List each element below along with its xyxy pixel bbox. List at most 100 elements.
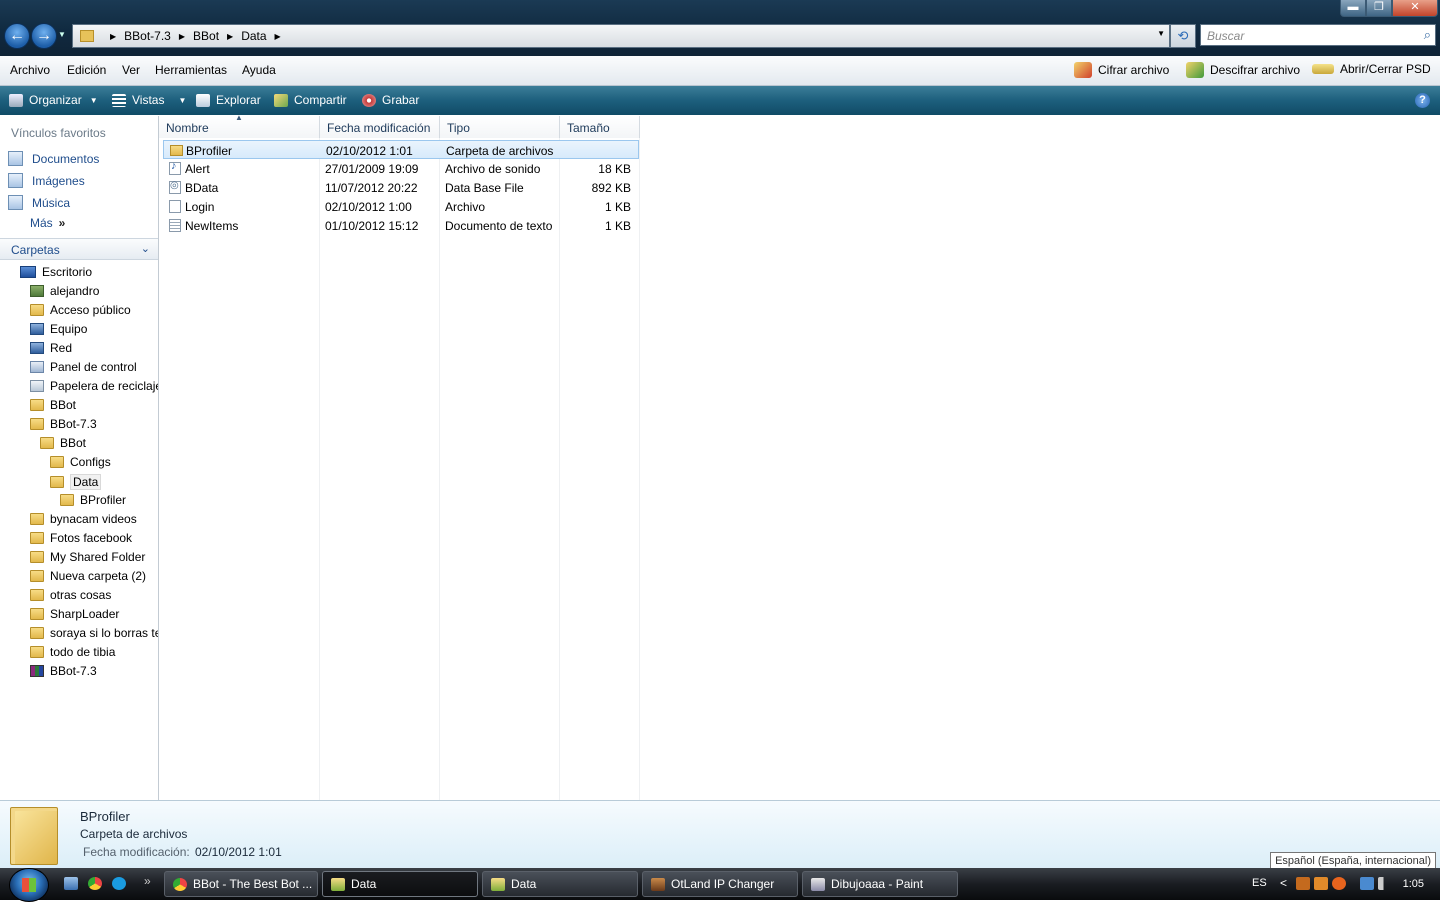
tree-item[interactable]: soraya si lo borras te mato xyxy=(30,626,158,640)
tree-item[interactable]: Red xyxy=(30,341,72,355)
menu-ayuda[interactable]: Ayuda xyxy=(242,63,276,77)
tree-item[interactable]: todo de tibia xyxy=(30,645,115,659)
tree-item[interactable]: Configs xyxy=(50,455,111,469)
tree-item[interactable]: Fotos facebook xyxy=(30,531,132,545)
column-header-type[interactable]: Tipo xyxy=(440,116,560,138)
table-row[interactable]: NewItems 01/10/2012 15:12 Documento de tex… xyxy=(163,216,639,235)
tree-item[interactable]: BProfiler xyxy=(60,493,126,507)
tree-item[interactable]: otras cosas xyxy=(30,588,111,602)
toggle-psd-button[interactable]: Abrir/Cerrar PSD xyxy=(1312,62,1431,76)
show-hidden-icons[interactable]: < xyxy=(1280,876,1287,890)
tree-item[interactable]: My Shared Folder xyxy=(30,550,145,564)
details-type: Carpeta de archivos xyxy=(80,827,188,841)
tree-item-label: Data xyxy=(70,474,102,490)
double-chevron-icon: » xyxy=(58,216,66,230)
organize-button[interactable]: Organizar ▼ xyxy=(9,93,98,107)
folder-icon xyxy=(30,551,44,563)
search-input[interactable]: Buscar ⌕ xyxy=(1200,24,1436,46)
minimize-button[interactable]: ▬ xyxy=(1340,0,1366,17)
folder-icon xyxy=(40,437,54,449)
chevron-down-icon[interactable]: ▼ xyxy=(178,96,186,105)
tree-item[interactable]: BBot-7.3 xyxy=(30,417,97,431)
favorite-documentos[interactable]: Documentos xyxy=(8,151,99,166)
breadcrumb-separator[interactable]: ▶ xyxy=(275,32,281,41)
quick-launch-more-icon[interactable]: » xyxy=(144,874,151,888)
help-button[interactable]: ? xyxy=(1415,93,1430,108)
task-data-active[interactable]: Data xyxy=(322,871,478,897)
show-desktop-icon[interactable] xyxy=(64,877,78,890)
breadcrumb-item-data[interactable]: Data xyxy=(241,29,266,43)
share-button[interactable]: Compartir xyxy=(274,93,347,107)
menu-ver[interactable]: Ver xyxy=(122,63,140,77)
tree-item[interactable]: Data xyxy=(50,474,102,490)
search-icon[interactable]: ⌕ xyxy=(1424,27,1431,43)
task-paint[interactable]: Dibujoaaa - Paint xyxy=(802,871,958,897)
decrypt-file-button[interactable]: Descifrar archivo xyxy=(1186,62,1300,78)
breadcrumb-separator[interactable]: ▶ xyxy=(179,32,185,41)
archive-icon xyxy=(30,665,44,677)
tree-item-label: Panel de control xyxy=(50,360,137,374)
burn-button[interactable]: Grabar xyxy=(362,93,419,107)
tree-item[interactable]: bynacam videos xyxy=(30,512,137,526)
tree-item[interactable]: alejandro xyxy=(30,284,99,298)
favorite-musica[interactable]: Música xyxy=(8,195,70,210)
folders-header[interactable]: Carpetas ⌄ xyxy=(0,238,158,260)
menu-herramientas[interactable]: Herramientas xyxy=(155,63,227,77)
start-button[interactable] xyxy=(9,868,49,902)
more-favorites-link[interactable]: Más » xyxy=(30,216,65,230)
favorite-imagenes[interactable]: Imágenes xyxy=(8,173,85,188)
column-header-label: Nombre xyxy=(166,121,209,135)
tree-item[interactable]: BBot xyxy=(40,436,86,450)
skype-icon[interactable] xyxy=(112,877,126,890)
refresh-button[interactable]: ⟲ xyxy=(1170,24,1196,48)
column-header-name[interactable]: Nombre ▲ xyxy=(159,113,320,138)
breadcrumb-separator[interactable]: ▶ xyxy=(227,32,233,41)
back-button[interactable]: ← xyxy=(4,23,30,49)
table-row[interactable]: BProfiler 02/10/2012 1:01 Carpeta de archi… xyxy=(163,140,639,159)
menu-archivo[interactable]: Archivo xyxy=(10,63,50,77)
breadcrumb-item-bbot[interactable]: BBot xyxy=(193,29,219,43)
tray-app-icon[interactable] xyxy=(1296,877,1310,890)
menu-edicion[interactable]: Edición xyxy=(67,63,106,77)
column-header-size[interactable]: Tamaño xyxy=(560,116,640,138)
task-data[interactable]: Data xyxy=(482,871,638,897)
tree-item[interactable]: BBot xyxy=(30,398,76,412)
column-divider xyxy=(439,138,440,800)
recent-pages-dropdown[interactable]: ▼ xyxy=(58,30,66,39)
task-otland[interactable]: OtLand IP Changer xyxy=(642,871,798,897)
column-header-date[interactable]: Fecha modificación xyxy=(320,116,440,138)
volume-icon[interactable] xyxy=(1378,877,1392,890)
forward-button[interactable]: → xyxy=(31,23,57,49)
task-bbot[interactable]: BBot - The Best Bot ... xyxy=(164,871,318,897)
tree-item[interactable]: BBot-7.3 xyxy=(30,664,97,678)
views-button[interactable]: Vistas ▼ xyxy=(112,93,186,107)
tree-item[interactable]: Nueva carpeta (2) xyxy=(30,569,146,583)
toggle-psd-label: Abrir/Cerrar PSD xyxy=(1340,62,1431,76)
close-button[interactable]: ✕ xyxy=(1392,0,1438,17)
address-dropdown-icon[interactable]: ▼ xyxy=(1157,29,1165,38)
breadcrumb-item-bbot73[interactable]: BBot-7.3 xyxy=(124,29,171,43)
encrypt-file-button[interactable]: Cifrar archivo xyxy=(1074,62,1169,78)
tree-item[interactable]: SharpLoader xyxy=(30,607,119,621)
table-row[interactable]: Login 02/10/2012 1:00 Archivo 1 KB xyxy=(163,197,639,216)
tree-item[interactable]: Papelera de reciclaje xyxy=(30,379,158,393)
chevron-down-icon[interactable]: ⌄ xyxy=(141,242,150,255)
tree-item[interactable]: Panel de control xyxy=(30,360,137,374)
tree-item[interactable]: Equipo xyxy=(30,322,87,336)
tree-item[interactable]: Escritorio xyxy=(20,265,92,279)
table-row[interactable]: Alert 27/01/2009 19:09 Archivo de sonido 18… xyxy=(163,159,639,178)
language-indicator[interactable]: ES xyxy=(1252,877,1267,889)
tray-app-icon[interactable] xyxy=(1314,877,1328,890)
tree-item[interactable]: Acceso público xyxy=(30,303,131,317)
clock[interactable]: 1:05 xyxy=(1403,878,1424,890)
network-icon[interactable] xyxy=(1360,877,1374,890)
table-row[interactable]: BData 11/07/2012 20:22 Data Base File 892 K… xyxy=(163,178,639,197)
explore-button[interactable]: Explorar xyxy=(196,93,261,107)
breadcrumb-separator[interactable]: ▶ xyxy=(110,32,116,41)
maximize-button[interactable]: ❐ xyxy=(1366,0,1392,17)
views-label: Vistas xyxy=(132,93,165,107)
burn-label: Grabar xyxy=(382,93,420,107)
chrome-icon[interactable] xyxy=(88,877,102,890)
tray-app-icon[interactable] xyxy=(1332,877,1346,890)
address-bar[interactable]: ▶ BBot-7.3 ▶ BBot ▶ Data ▶ ▼ xyxy=(72,24,1170,48)
